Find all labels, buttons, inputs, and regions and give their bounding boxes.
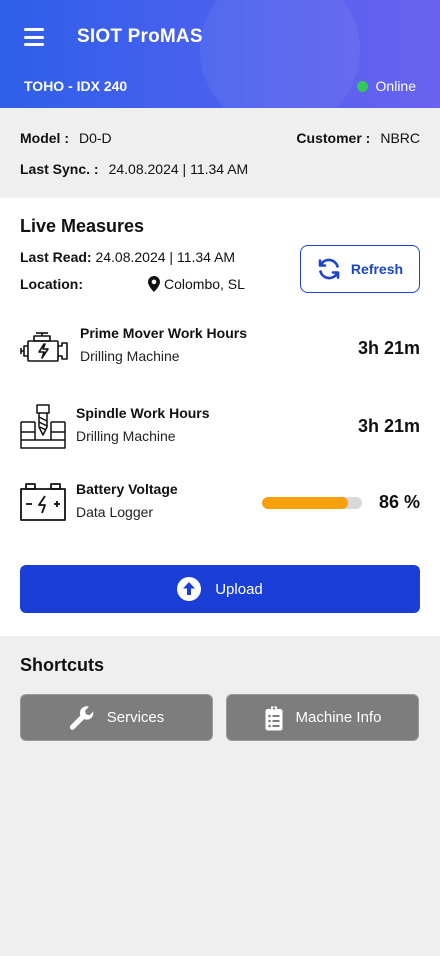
clipboard-icon — [265, 706, 283, 730]
refresh-label: Refresh — [350, 261, 404, 277]
app-title: SIOT ProMAS — [77, 26, 203, 47]
measure-title: Battery Voltage — [76, 481, 178, 497]
model-row: Model : D0-D — [20, 130, 112, 146]
services-label: Services — [106, 709, 165, 726]
customer-row: Customer : NBRC — [296, 130, 420, 146]
menu-icon[interactable] — [24, 28, 44, 46]
upload-button[interactable]: Upload — [20, 565, 420, 613]
wrench-icon — [69, 705, 94, 730]
measure-title: Prime Mover Work Hours — [80, 325, 248, 341]
machine-info-label: Machine Info — [295, 709, 382, 726]
refresh-icon — [318, 258, 340, 280]
connection-status: Online — [356, 78, 416, 94]
measure-value: 3h 21m — [357, 338, 420, 358]
header-decoration — [200, 0, 360, 108]
customer-label: Customer : — [296, 130, 371, 146]
measure-value: 3h 21m — [357, 416, 420, 436]
model-value: D0-D — [79, 130, 112, 146]
device-name: TOHO - IDX 240 — [24, 78, 128, 94]
upload-icon — [177, 577, 202, 601]
last-sync-row: Last Sync. : 24.08.2024 | 11.34 AM — [20, 161, 248, 177]
measure-subtitle: Drilling Machine — [80, 348, 180, 364]
live-measures-title: Live Measures — [20, 216, 145, 236]
refresh-button[interactable]: Refresh — [300, 245, 420, 293]
status-dot-icon — [356, 80, 368, 92]
app-header: SIOT ProMAS TOHO - IDX 240 Online — [0, 0, 440, 108]
device-info: Model : D0-D Customer : NBRC Last Sync. : 2… — [0, 108, 440, 198]
customer-value: NBRC — [380, 130, 420, 146]
measure-subtitle: Drilling Machine — [76, 428, 176, 444]
measure-subtitle: Data Logger — [76, 504, 154, 520]
measure-value: 86 % — [378, 492, 420, 512]
engine-icon — [20, 332, 68, 362]
drill-icon — [20, 404, 66, 449]
location-label: Location: — [20, 276, 83, 292]
model-label: Model : — [20, 130, 69, 146]
upload-label: Upload — [215, 580, 263, 598]
shortcuts-title: Shortcuts — [20, 655, 105, 675]
location-value: Colombo, SL — [164, 276, 245, 292]
battery-icon — [20, 483, 66, 521]
last-sync-label: Last Sync. : — [20, 161, 99, 177]
last-read-value: 24.08.2024 | 11.34 AM — [95, 249, 236, 265]
location-row: Colombo, SL — [148, 276, 245, 292]
last-read-row: Last Read: 24.08.2024 | 11.34 AM — [20, 249, 235, 265]
machine-info-button[interactable]: Machine Info — [226, 694, 419, 741]
map-pin-icon — [148, 276, 160, 292]
last-read-label: Last Read: — [20, 249, 92, 265]
battery-level-fill — [262, 497, 348, 509]
last-sync-value: 24.08.2024 | 11.34 AM — [108, 161, 249, 177]
battery-level-bar — [262, 497, 362, 509]
services-button[interactable]: Services — [20, 694, 213, 741]
status-text: Online — [375, 78, 416, 94]
live-measures-card: Live Measures Last Read: 24.08.2024 | 11… — [0, 198, 440, 636]
measure-title: Spindle Work Hours — [76, 405, 210, 421]
